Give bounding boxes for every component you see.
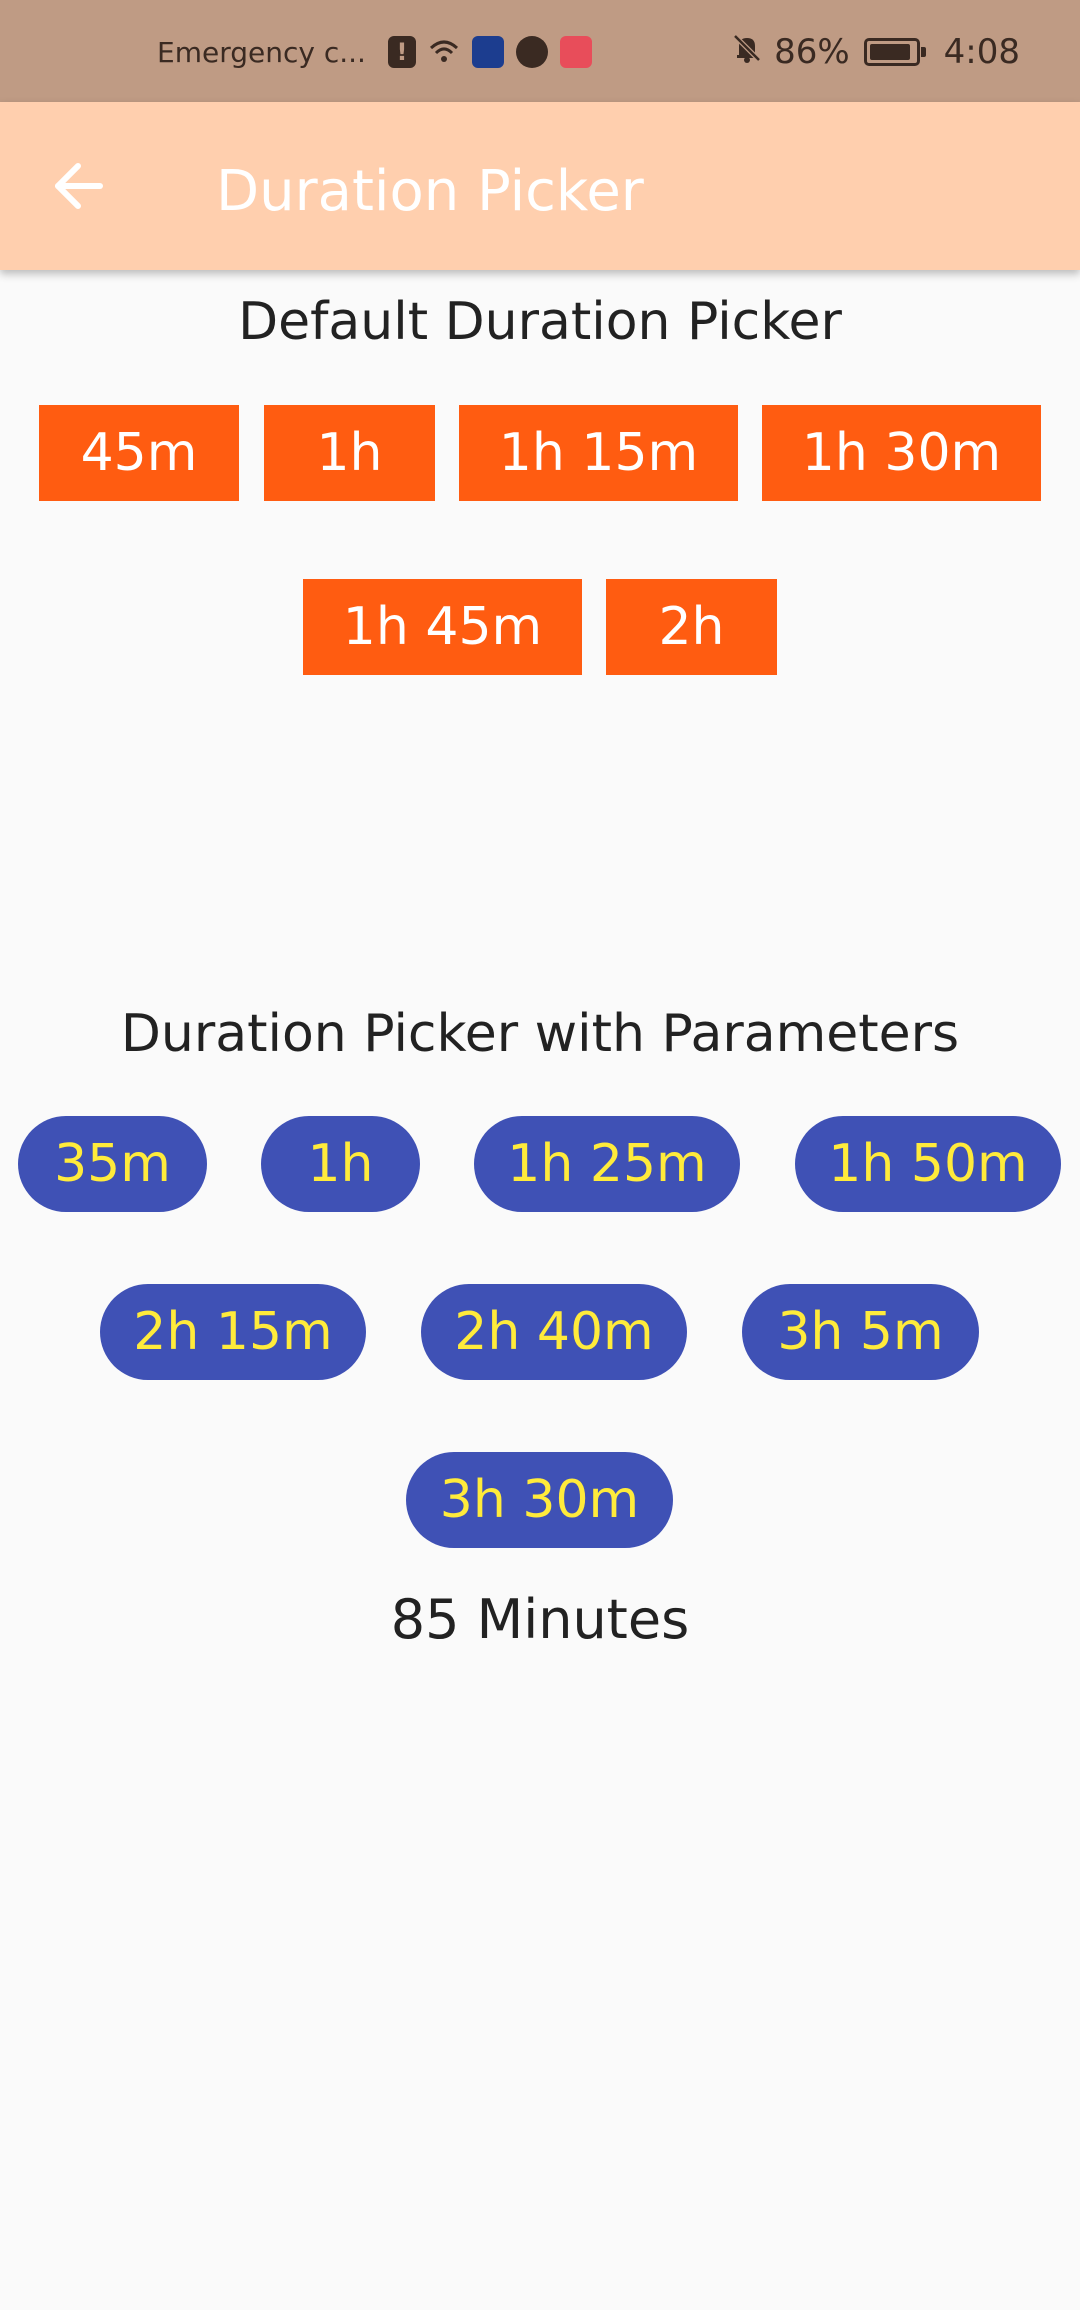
param-picker-title: Duration Picker with Parameters — [120, 1004, 960, 1064]
status-right: 86% 4:08 — [730, 30, 1020, 74]
param-option-35m[interactable]: 35m — [18, 1116, 207, 1212]
default-picker-title: Default Duration Picker — [238, 292, 842, 352]
back-button[interactable] — [38, 146, 118, 226]
duration-option-1h-15m[interactable]: 1h 15m — [459, 405, 738, 501]
wifi-icon — [428, 36, 460, 68]
arrow-left-icon — [55, 163, 103, 209]
param-option-2h-15m[interactable]: 2h 15m — [100, 1284, 366, 1380]
bell-muted-icon — [730, 31, 764, 74]
status-bar: Emergency c... ! 86% 4:08 — [0, 0, 1080, 102]
duration-option-1h-45m[interactable]: 1h 45m — [303, 579, 582, 675]
battery-percent: 86% — [774, 32, 850, 72]
param-option-1h[interactable]: 1h — [261, 1116, 420, 1212]
duration-option-1h-30m[interactable]: 1h 30m — [762, 405, 1041, 501]
alert-icon: ! — [387, 36, 416, 68]
duration-option-1h[interactable]: 1h — [264, 405, 435, 501]
carrier-label: Emergency c... — [157, 35, 366, 69]
page-title: Duration Picker — [216, 159, 644, 224]
param-option-3h-5m[interactable]: 3h 5m — [742, 1284, 979, 1380]
clock: 4:08 — [943, 32, 1020, 72]
param-option-1h-25m[interactable]: 1h 25m — [474, 1116, 740, 1212]
store-notification-icon — [559, 36, 592, 68]
param-option-2h-40m[interactable]: 2h 40m — [421, 1284, 687, 1380]
param-option-1h-50m[interactable]: 1h 50m — [795, 1116, 1061, 1212]
app-bar: Duration Picker — [0, 102, 1080, 270]
app-notification-icon — [471, 36, 504, 68]
browser-notification-icon — [515, 36, 548, 68]
param-option-3h-30m[interactable]: 3h 30m — [406, 1452, 673, 1548]
selected-duration-text: 85 Minutes — [390, 1588, 690, 1651]
duration-option-2h[interactable]: 2h — [606, 579, 777, 675]
duration-option-45m[interactable]: 45m — [39, 405, 239, 501]
status-left: Emergency c... ! — [157, 30, 592, 74]
battery-icon — [863, 38, 926, 66]
